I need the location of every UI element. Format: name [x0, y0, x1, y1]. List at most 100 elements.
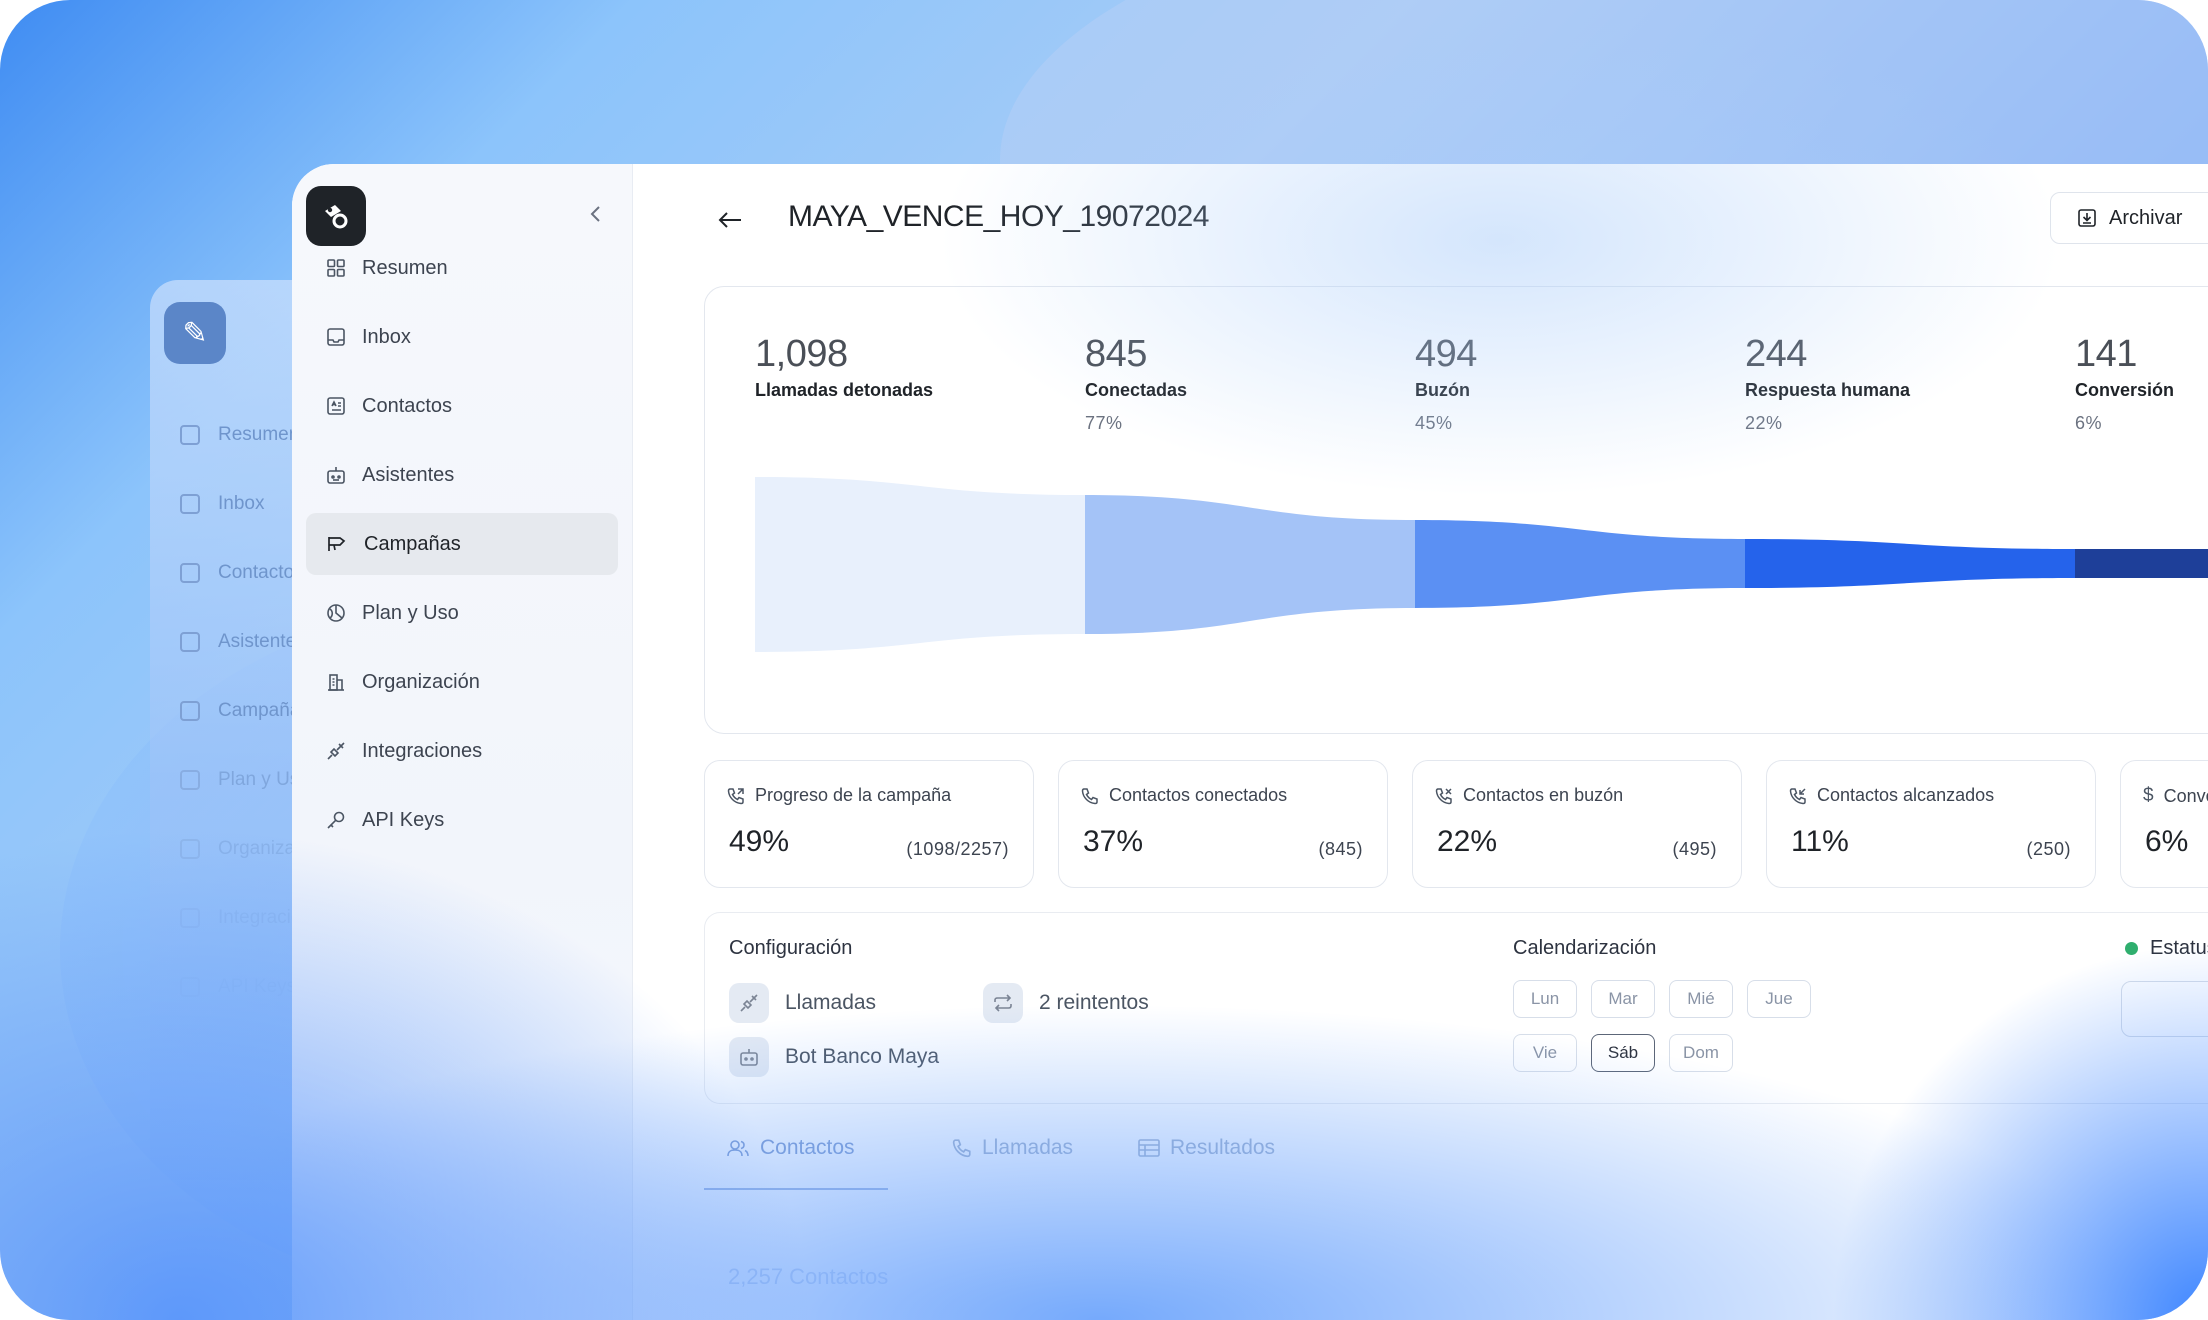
- phone-incoming-icon: [1789, 787, 1806, 804]
- status-select[interactable]: [2121, 981, 2208, 1037]
- background-app-logo: ✎: [164, 302, 226, 364]
- tab-contactos[interactable]: Contactos: [726, 1136, 855, 1160]
- sidebar-item-label: Organización: [362, 670, 480, 693]
- kpi-card-buzon: Contactos en buzón 22% (495): [1412, 760, 1742, 888]
- funnel-stage-label: Respuesta humana: [1745, 380, 1911, 400]
- megaphone-icon: [328, 537, 346, 551]
- phone-outgoing-icon: [727, 787, 744, 804]
- funnel-chart: [755, 477, 2208, 652]
- kpi-title: Conversión: [2163, 785, 2208, 806]
- inbox-icon: [180, 494, 200, 514]
- funnel-stage-label: Conversión: [2075, 380, 2175, 400]
- kpi-value: 49%: [729, 825, 790, 858]
- sidebar-item-label: Contactos: [362, 394, 453, 417]
- kpi-title: Contactos conectados: [1109, 785, 1288, 805]
- config-bot-label: Bot Banco Maya: [785, 1045, 940, 1068]
- sidebar-item-organizacion[interactable]: Organización: [306, 651, 618, 713]
- plug-icon: [327, 742, 345, 760]
- phone-icon: [1081, 787, 1098, 804]
- sidebar-item-inbox[interactable]: Inbox: [306, 306, 618, 368]
- sidebar-item-label: Campañas: [364, 532, 461, 555]
- day-chip[interactable]: Mar: [1591, 980, 1655, 1018]
- kpi-title: Contactos alcanzados: [1817, 785, 1995, 805]
- kpi-value: 22%: [1437, 825, 1498, 858]
- funnel-stage-pct: 45%: [1415, 413, 1453, 433]
- kpi-title: Contactos en buzón: [1463, 785, 1624, 805]
- contacts-count: 2,257 Contactos: [728, 1264, 889, 1289]
- kpi-count: (495): [1672, 839, 1717, 859]
- chevron-left-icon: [590, 206, 600, 222]
- screenshot-frame: ✎ Resumen Inbox Contactos Asistentes Cam…: [0, 0, 2208, 1320]
- status-label: Estatus: [2150, 937, 2208, 959]
- plug-icon: [729, 983, 769, 1023]
- back-button[interactable]: [714, 204, 746, 236]
- sidebar-item-plan-uso[interactable]: Plan y Uso: [306, 582, 618, 644]
- archive-button[interactable]: Archivar: [2050, 192, 2208, 244]
- plug-icon: [180, 908, 200, 928]
- kpi-value: 11%: [1791, 825, 1849, 858]
- funnel-segment: [1085, 495, 1415, 634]
- sidebar-item-resumen[interactable]: Resumen: [306, 237, 618, 299]
- day-chip[interactable]: Lun: [1513, 980, 1577, 1018]
- sidebar-item-label: Asistentes: [362, 463, 455, 486]
- day-chip[interactable]: Dom: [1669, 1034, 1733, 1072]
- table-icon: [1138, 1139, 1160, 1157]
- funnel-stage: 845 Conectadas 77%: [1085, 333, 1187, 434]
- sidebar-item-contactos[interactable]: Contactos: [306, 375, 618, 437]
- day-chip[interactable]: Jue: [1747, 980, 1811, 1018]
- chart-pie-icon: [327, 604, 345, 622]
- dollar-icon: $: [2143, 785, 2154, 806]
- tab-llamadas[interactable]: Llamadas: [952, 1136, 1073, 1160]
- megaphone-icon: [180, 701, 200, 721]
- sidebar-item-asistentes[interactable]: Asistentes: [306, 444, 618, 506]
- kpi-card-alcanzados: Contactos alcanzados 11% (250): [1766, 760, 2096, 888]
- active-tab-underline: [704, 1188, 888, 1190]
- archive-download-icon: [2078, 209, 2096, 227]
- sidebar-item-label: Integraciones: [362, 739, 483, 762]
- funnel-stage: 1,098 Llamadas detonadas: [755, 333, 933, 413]
- robot-icon: [729, 1037, 769, 1077]
- kpi-count: (1098/2257): [906, 839, 1009, 859]
- funnel-stage-value: 494: [1415, 333, 1477, 375]
- funnel-stage-pct: 22%: [1745, 413, 1783, 433]
- sidebar-item-campanas[interactable]: Campañas: [306, 513, 618, 575]
- funnel-segment: [1415, 520, 1745, 608]
- funnel-stage-label: Buzón: [1415, 380, 1470, 400]
- kpi-card-conversion: $ Conversión 6%: [2120, 760, 2208, 888]
- config-channel: Llamadas: [729, 983, 876, 1023]
- funnel-segment: [755, 477, 1085, 652]
- ghost-item-label: Contactos: [218, 562, 304, 583]
- kpi-count: (845): [1318, 839, 1363, 859]
- contact-card-icon: [327, 397, 345, 415]
- funnel-stage-value: 1,098: [755, 333, 848, 375]
- funnel-stage-label: Conectadas: [1085, 380, 1188, 400]
- sidebar-item-integraciones[interactable]: Integraciones: [306, 720, 618, 782]
- collapse-sidebar-button[interactable]: [582, 200, 610, 228]
- config-retries: 2 reintentos: [983, 983, 1149, 1023]
- grid-icon: [180, 425, 200, 445]
- schedule-title: Calendarización: [1513, 937, 1657, 959]
- sidebar-item-api-keys[interactable]: API Keys: [306, 789, 618, 851]
- phone-voicemail-icon: [1435, 787, 1452, 804]
- sidebar: Resumen Inbox Contactos Asistentes Campa…: [292, 164, 633, 1320]
- kpi-card-progreso: Progreso de la campaña 49% (1098/2257): [704, 760, 1034, 888]
- kpi-value: 37%: [1083, 825, 1144, 858]
- sidebar-item-label: Inbox: [362, 325, 411, 348]
- day-chip[interactable]: Mié: [1669, 980, 1733, 1018]
- tab-resultados[interactable]: Resultados: [1138, 1136, 1275, 1160]
- key-icon: [327, 811, 345, 829]
- building-icon: [328, 674, 344, 691]
- configuration-card: Configuración Llamadas 2 reintentos Bot …: [704, 912, 2208, 1104]
- inbox-icon: [327, 328, 345, 346]
- app-window: Resumen Inbox Contactos Asistentes Campa…: [292, 164, 2208, 1320]
- tab-label: Resultados: [1170, 1136, 1276, 1159]
- config-channel-label: Llamadas: [785, 991, 877, 1014]
- archive-button-label: Archivar: [2109, 206, 2183, 229]
- arrow-left-icon: [718, 212, 741, 228]
- funnel-segment: [1745, 539, 2075, 588]
- day-chip[interactable]: Vie: [1513, 1034, 1577, 1072]
- day-chip-selected[interactable]: Sáb: [1591, 1034, 1655, 1072]
- funnel-segment: [2075, 549, 2208, 578]
- funnel-stage-label: Llamadas detonadas: [755, 380, 934, 400]
- tab-label: Contactos: [760, 1136, 855, 1159]
